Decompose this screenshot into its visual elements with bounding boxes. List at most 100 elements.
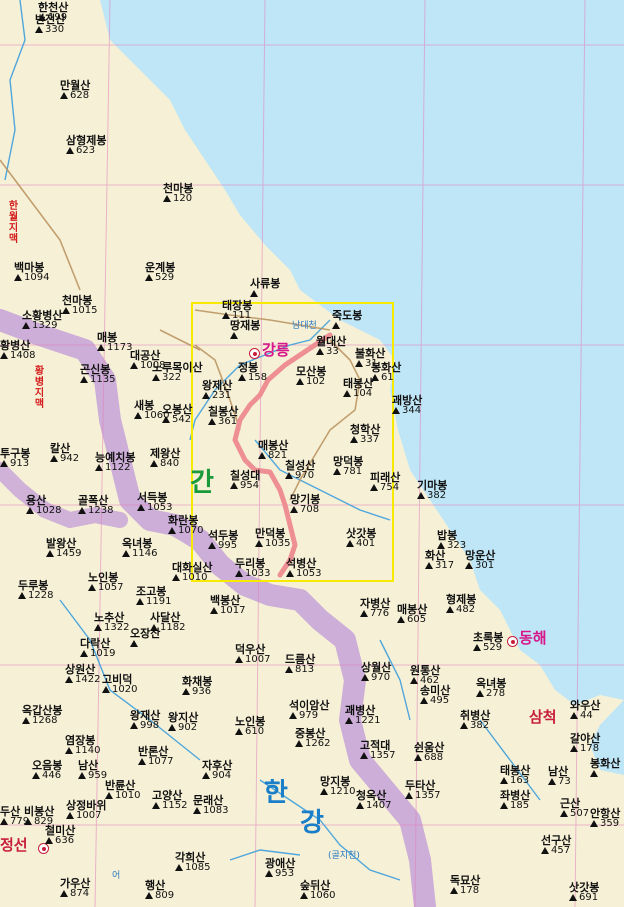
peak-marker[interactable]: 반륜산 1010 (105, 780, 140, 801)
peak-marker[interactable]: 옥갑산봉 1268 (22, 705, 62, 726)
city-marker-donghae[interactable] (507, 636, 518, 647)
peak-marker[interactable]: 칼산 942 (50, 443, 79, 464)
peak-marker[interactable]: 중봉산 1262 (295, 728, 330, 749)
peak-marker[interactable]: 태장봉 111 (222, 300, 252, 321)
peak-marker[interactable]: 모산봉 102 (296, 366, 326, 387)
peak-marker[interactable]: 정봉 158 (238, 362, 267, 383)
peak-marker[interactable]: 석병산 1053 (286, 558, 321, 579)
peak-marker[interactable]: 근산 507 (560, 798, 589, 819)
peak-marker[interactable]: 상월산 970 (361, 662, 391, 683)
peak-marker[interactable]: 철미산 636 (45, 825, 75, 846)
peak-marker[interactable]: 망운산 301 (465, 550, 495, 571)
peak-marker[interactable]: 망덕봉 781 (333, 456, 363, 477)
peak-marker[interactable]: 청학산 337 (350, 424, 380, 445)
peak-marker[interactable]: 초록봉 529 (473, 632, 503, 653)
peak-marker[interactable]: 노인봉 610 (235, 716, 265, 737)
peak-marker[interactable]: 발왕산 1459 (46, 538, 81, 559)
peak-marker[interactable]: 화채봉 936 (182, 676, 212, 697)
peak-marker[interactable]: 노루목이산 322 (152, 362, 203, 383)
peak-marker[interactable]: 각희산 1085 (175, 852, 210, 873)
peak-marker[interactable]: 투구봉 913 (0, 448, 30, 469)
peak-marker[interactable]: 망지봉 1210 (320, 776, 355, 797)
peak-marker[interactable]: 매봉산 821 (258, 440, 288, 461)
peak-marker[interactable]: 고비덕 1020 (102, 674, 137, 695)
peak-marker[interactable]: 곤신봉 1135 (80, 364, 115, 385)
city-jeongseon[interactable]: 정선 (0, 838, 28, 853)
peak-marker[interactable]: 선구산 457 (541, 835, 571, 856)
peak-marker[interactable]: 만덕봉 1035 (255, 528, 290, 549)
peak-marker[interactable]: 석두봉 995 (208, 530, 238, 551)
peak-marker[interactable]: 화산 317 (425, 550, 454, 571)
peak-marker[interactable]: 황병산 1408 (0, 340, 35, 361)
peak-marker[interactable]: 밥봉 323 (437, 530, 466, 551)
peak-marker[interactable]: 왕지산 902 (168, 712, 198, 733)
peak-marker[interactable]: 삿갓봉 691 (569, 882, 599, 903)
peak-marker[interactable]: 상정바위 1007 (66, 800, 106, 821)
peak-marker[interactable]: 소황병산 1329 (22, 310, 62, 331)
city-donghae[interactable]: 동해 (519, 631, 547, 646)
peak-marker[interactable]: 두타산 1357 (405, 780, 440, 801)
peak-marker[interactable]: 취병산 382 (460, 710, 490, 731)
peak-marker[interactable]: 원통산 462 (410, 665, 440, 686)
peak-marker[interactable]: 청옥산 1407 (356, 790, 391, 811)
peak-marker[interactable]: 오봉산 542 (162, 404, 192, 425)
peak-marker[interactable]: 반론산 1077 (138, 746, 173, 767)
peak-marker[interactable]: 월대산 33 (316, 336, 346, 357)
peak-marker[interactable]: 칠성대 954 (230, 470, 260, 491)
peak-marker[interactable]: 운계봉 529 (145, 262, 175, 283)
peak-marker[interactable]: 왕재산 998 (130, 710, 160, 731)
peak-marker[interactable]: 노인봉 1057 (88, 572, 123, 593)
peak-marker[interactable]: 광애산 953 (265, 858, 295, 879)
city-marker-gangneung[interactable] (249, 348, 260, 359)
peak-marker[interactable]: 갈야산 178 (570, 733, 600, 754)
peak-marker[interactable]: 백봉산 1017 (210, 595, 245, 616)
peak-marker[interactable]: 땅재봉 (230, 320, 260, 341)
peak-marker[interactable]: 칠성산 970 (285, 460, 315, 481)
peak-marker[interactable]: 형제봉 482 (446, 594, 476, 615)
peak-marker[interactable]: 망기봉 708 (290, 494, 320, 515)
peak-marker[interactable]: 고적대 1357 (360, 740, 395, 761)
peak-marker[interactable]: 용산 1028 (26, 495, 61, 516)
peak-marker[interactable]: 골폭산 1238 (78, 495, 113, 516)
peak-marker[interactable]: 매봉 1173 (97, 332, 132, 353)
peak-marker[interactable]: 석이암산 979 (289, 700, 329, 721)
peak-marker[interactable]: 숲뒤산 1060 (300, 880, 335, 901)
peak-marker[interactable]: 자병산 776 (360, 598, 390, 619)
peak-marker[interactable]: 두루봉 1228 (18, 580, 53, 601)
peak-marker[interactable]: 조고봉 1191 (136, 586, 171, 607)
peak-marker[interactable]: 두리봉 1033 (235, 558, 270, 579)
peak-marker[interactable]: 봉화산 (590, 758, 620, 779)
peak-marker[interactable]: 괘방산 344 (392, 395, 422, 416)
peak-marker[interactable]: 봉화산 61 (371, 362, 401, 383)
peak-marker[interactable]: 덕우산 1007 (235, 644, 270, 665)
city-gangneung[interactable]: 강릉 (262, 343, 290, 358)
peak-marker[interactable]: 칠봉산 361 (208, 406, 238, 427)
peak-marker[interactable]: 반전산 330 (35, 14, 65, 35)
peak-marker[interactable]: 자후산 904 (202, 760, 232, 781)
peak-marker[interactable]: 만월산 628 (60, 80, 90, 101)
peak-marker[interactable]: 드름산 813 (285, 654, 315, 675)
peak-marker[interactable]: 남산 959 (78, 760, 107, 781)
peak-marker[interactable]: 염장봉 1140 (65, 735, 100, 756)
peak-marker[interactable]: 오음봉 446 (32, 760, 62, 781)
peak-marker[interactable]: 죽도봉 (332, 310, 362, 331)
peak-marker[interactable]: 태봉산 163 (500, 765, 530, 786)
city-samcheok[interactable]: 삼척 (529, 710, 557, 725)
peak-marker[interactable]: 태봉산 104 (343, 378, 373, 399)
peak-marker[interactable]: 사류봉 (250, 278, 280, 299)
peak-marker[interactable]: 삼형제봉 623 (66, 135, 106, 156)
peak-marker[interactable]: 좌병산 185 (500, 790, 530, 811)
peak-marker[interactable]: 상원산 1422 (65, 664, 100, 685)
peak-marker[interactable]: 제왕산 840 (150, 448, 180, 469)
peak-marker[interactable]: 삿갓봉 401 (346, 528, 376, 549)
peak-marker[interactable]: 괘병산 1221 (345, 705, 380, 726)
peak-marker[interactable]: 독묘산 178 (450, 875, 480, 896)
peak-marker[interactable]: 화란봉 1070 (168, 515, 203, 536)
peak-marker[interactable]: 가우산 874 (60, 878, 90, 899)
peak-marker[interactable]: 왕제산 231 (202, 380, 232, 401)
peak-marker[interactable]: 남산 73 (548, 766, 571, 787)
peak-marker[interactable]: 대화실산 1010 (172, 562, 212, 583)
peak-marker[interactable]: 옥녀봉 278 (476, 678, 506, 699)
peak-marker[interactable]: 오장산 (130, 628, 160, 649)
peak-marker[interactable]: 옥녀봉 1146 (122, 538, 157, 559)
